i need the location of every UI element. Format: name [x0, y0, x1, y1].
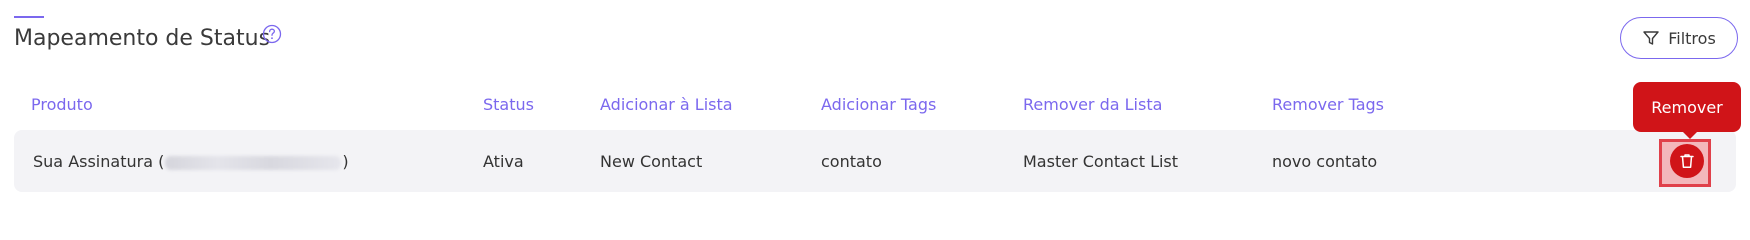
filter-button-label: Filtros: [1668, 28, 1716, 48]
produto-suffix: ): [342, 152, 349, 171]
filter-icon: [1643, 31, 1659, 45]
cell-status: Ativa: [483, 152, 524, 171]
column-header-produto: Produto: [31, 95, 93, 114]
title-accent-bar: [14, 16, 44, 18]
column-header-adicionar-tags: Adicionar Tags: [821, 95, 937, 114]
cell-produto: Sua Assinatura (): [33, 152, 349, 171]
help-circle-icon[interactable]: [262, 24, 282, 44]
column-header-remover-tags: Remover Tags: [1272, 95, 1385, 114]
tooltip-arrow: [1682, 131, 1698, 139]
column-header-adicionar-lista: Adicionar à Lista: [600, 95, 733, 114]
cell-remover-lista: Master Contact List: [1023, 152, 1179, 171]
cell-adicionar-tags: contato: [821, 152, 882, 171]
column-header-status: Status: [483, 95, 534, 114]
cell-remover-tags: novo contato: [1272, 152, 1378, 171]
redacted-text: [165, 155, 342, 170]
filter-button[interactable]: Filtros: [1620, 17, 1738, 59]
cell-adicionar-lista: New Contact: [600, 152, 703, 171]
remove-button[interactable]: [1670, 144, 1704, 178]
remove-tooltip: Remover: [1633, 82, 1741, 132]
produto-name: Sua Assinatura (: [33, 152, 165, 171]
status-mapping-page: Mapeamento de Status Filtros Produto Sta…: [0, 0, 1750, 210]
trash-icon: [1680, 154, 1694, 168]
column-header-remover-lista: Remover da Lista: [1023, 95, 1163, 114]
page-title: Mapeamento de Status: [14, 26, 271, 51]
